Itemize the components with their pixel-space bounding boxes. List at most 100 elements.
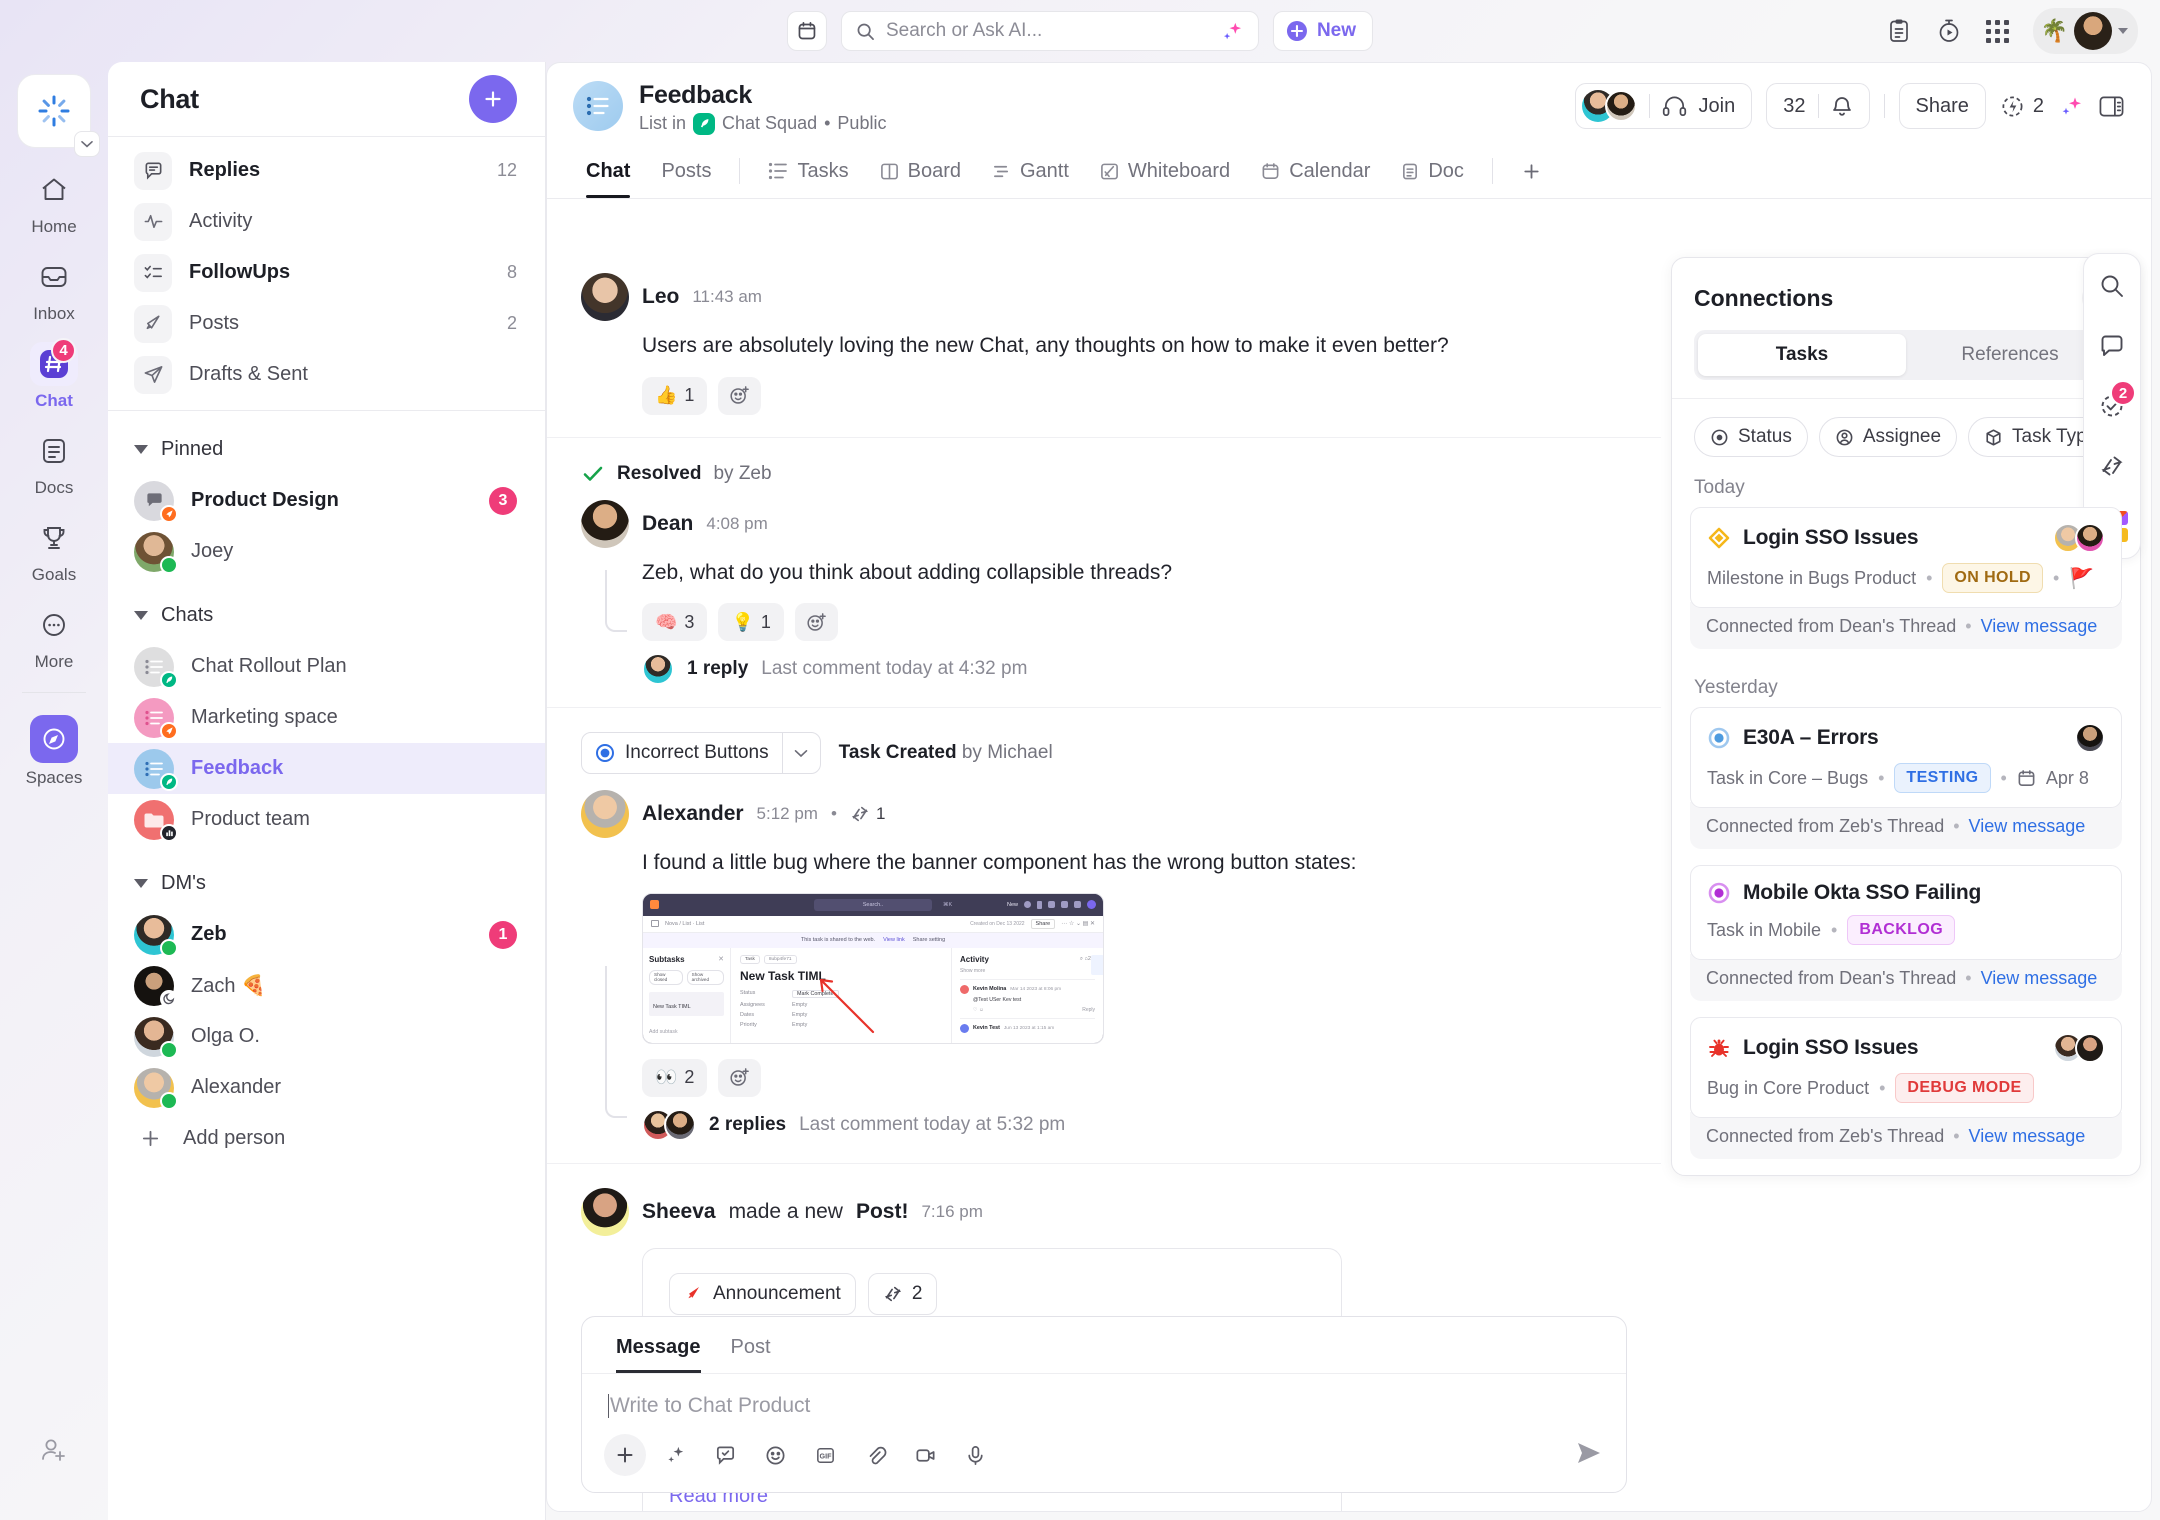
reaction[interactable]: 💡 1 bbox=[718, 603, 784, 641]
reaction[interactable]: 👀 2 bbox=[642, 1058, 708, 1097]
task-card[interactable]: Login SSO Issues Bug in Core Product • D… bbox=[1690, 1017, 2122, 1159]
add-reaction-button[interactable] bbox=[718, 1058, 762, 1097]
sidebar-item-inbox[interactable]: Inbox bbox=[6, 243, 102, 330]
tab-chat[interactable]: Chat bbox=[573, 151, 643, 198]
join-button[interactable]: Join bbox=[1574, 83, 1753, 129]
list-icon bbox=[769, 163, 788, 180]
thread-replies[interactable]: 2 replies Last comment today at 5:32 pm bbox=[642, 1108, 1627, 1141]
list-item[interactable]: Alexander bbox=[108, 1062, 545, 1113]
check-circle-dashed-icon[interactable]: 2 bbox=[2092, 380, 2136, 424]
new-chat-button[interactable] bbox=[469, 75, 517, 123]
task-card[interactable]: E30A – Errors Task in Core – Bugs • TEST… bbox=[1690, 707, 2122, 849]
avatar bbox=[134, 531, 178, 574]
chevron-down-icon[interactable] bbox=[74, 131, 100, 157]
task-check-icon[interactable] bbox=[704, 1434, 746, 1476]
composer-tab-post[interactable]: Post bbox=[719, 1331, 783, 1373]
comment-icon[interactable] bbox=[2092, 328, 2132, 364]
nav-item-followups[interactable]: FollowUps 8 bbox=[108, 247, 545, 298]
list-item[interactable]: Product Design 3 bbox=[108, 475, 545, 526]
section-chats[interactable]: Chats bbox=[108, 589, 545, 641]
apps-grid-icon[interactable] bbox=[1985, 19, 2009, 43]
reaction[interactable]: 👍 1 bbox=[642, 376, 708, 415]
view-message-link[interactable]: View message bbox=[1981, 968, 2098, 989]
sidebar-item-goals[interactable]: Goals bbox=[6, 504, 102, 591]
gif-icon[interactable]: GIF bbox=[804, 1434, 846, 1476]
view-message-link[interactable]: View message bbox=[1981, 616, 2098, 637]
filter-assignee[interactable]: Assignee bbox=[1818, 417, 1958, 457]
list-item[interactable]: Olga O. bbox=[108, 1011, 545, 1062]
emoji-icon[interactable] bbox=[754, 1434, 796, 1476]
ai-sparkle-icon[interactable] bbox=[654, 1434, 696, 1476]
add-reaction-button[interactable] bbox=[794, 603, 838, 641]
task-chip[interactable]: Incorrect Buttons bbox=[581, 732, 821, 774]
connections-arrows-icon[interactable] bbox=[2092, 448, 2132, 484]
nav-item-replies[interactable]: Replies 12 bbox=[108, 145, 545, 196]
user-menu[interactable]: 🌴 bbox=[2032, 8, 2138, 54]
members-count-button[interactable]: 32 bbox=[1766, 83, 1870, 129]
thread-replies[interactable]: 1 reply Last comment today at 4:32 pm bbox=[642, 653, 1627, 685]
list-item[interactable]: Chat Rollout Plan bbox=[108, 641, 545, 692]
list-item[interactable]: Zeb 1 bbox=[108, 909, 545, 960]
new-button[interactable]: New bbox=[1272, 11, 1374, 51]
mic-icon[interactable] bbox=[954, 1434, 996, 1476]
send-button[interactable] bbox=[1574, 1438, 1604, 1473]
section-pinned[interactable]: Pinned bbox=[108, 423, 545, 475]
post-thread-badge[interactable]: 2 bbox=[867, 1272, 938, 1315]
composer-input[interactable]: Write to Chat Product bbox=[582, 1374, 1626, 1430]
sidebar-item-more[interactable]: More bbox=[6, 591, 102, 678]
add-person-button[interactable]: Add person bbox=[108, 1113, 545, 1164]
sidebar-item-home[interactable]: Home bbox=[6, 156, 102, 243]
message-attachment-screenshot[interactable]: Search.. ⌘K New Nova / List · List Creat… bbox=[642, 892, 1104, 1044]
tab-tasks[interactable]: Tasks bbox=[1698, 334, 1906, 376]
list-item[interactable]: Marketing space bbox=[108, 692, 545, 743]
view-message-link[interactable]: View message bbox=[1969, 1126, 2086, 1147]
clipboard-icon[interactable] bbox=[1886, 18, 1912, 44]
timer-icon[interactable] bbox=[1936, 18, 1962, 44]
list-item[interactable]: Product team bbox=[108, 794, 545, 845]
share-button[interactable]: Share bbox=[1898, 83, 1986, 129]
chevron-down-icon[interactable] bbox=[781, 733, 820, 773]
section-dms[interactable]: DM's bbox=[108, 857, 545, 909]
sidebar-item-chat[interactable]: 4 Chat bbox=[6, 330, 102, 417]
tab-tasks[interactable]: Tasks bbox=[755, 151, 861, 198]
workspace-logo[interactable] bbox=[17, 74, 100, 157]
task-card[interactable]: Mobile Okta SSO Failing Task in Mobile •… bbox=[1690, 865, 2122, 1001]
add-reaction-button[interactable] bbox=[718, 376, 762, 415]
tab-whiteboard[interactable]: Whiteboard bbox=[1087, 151, 1243, 198]
sidebar-item-docs[interactable]: Docs bbox=[6, 417, 102, 504]
tab-posts[interactable]: Posts bbox=[648, 151, 724, 198]
tab-doc[interactable]: Doc bbox=[1388, 151, 1477, 198]
attach-icon[interactable] bbox=[854, 1434, 896, 1476]
task-title: E30A – Errors bbox=[1743, 726, 1879, 749]
filter-status[interactable]: Status bbox=[1694, 417, 1808, 457]
composer-tab-message[interactable]: Message bbox=[604, 1331, 713, 1373]
toggle-panel-icon[interactable] bbox=[2098, 94, 2125, 119]
nav-item-drafts-sent[interactable]: Drafts & Sent bbox=[108, 349, 545, 400]
tab-calendar[interactable]: Calendar bbox=[1248, 151, 1383, 198]
nav-item-posts[interactable]: Posts 2 bbox=[108, 298, 545, 349]
plus-icon[interactable] bbox=[604, 1434, 646, 1476]
automations-button[interactable]: 2 bbox=[2000, 94, 2044, 119]
list-item-feedback[interactable]: Feedback bbox=[108, 743, 545, 794]
nav-item-activity[interactable]: Activity bbox=[108, 196, 545, 247]
ai-sparkle-icon[interactable] bbox=[2058, 93, 2084, 119]
tab-gantt[interactable]: Gantt bbox=[979, 151, 1082, 198]
video-icon[interactable] bbox=[904, 1434, 946, 1476]
list-item[interactable]: Joey bbox=[108, 526, 545, 577]
message-time: 5:12 pm bbox=[756, 804, 818, 823]
view-message-link[interactable]: View message bbox=[1969, 816, 2086, 837]
search-icon[interactable] bbox=[2092, 268, 2132, 304]
tab-board[interactable]: Board bbox=[867, 151, 974, 198]
task-card[interactable]: Login SSO Issues Milestone in Bugs Produ… bbox=[1690, 507, 2122, 649]
thread-indicator[interactable]: 1 bbox=[850, 804, 885, 824]
ai-sparkle-icon[interactable] bbox=[1219, 19, 1244, 44]
bell-icon[interactable] bbox=[1831, 94, 1853, 118]
add-person-icon[interactable] bbox=[39, 1435, 69, 1465]
sidebar-item-spaces[interactable]: Spaces bbox=[6, 703, 102, 794]
calendar-icon[interactable] bbox=[786, 11, 827, 51]
reaction[interactable]: 🧠 3 bbox=[642, 603, 708, 641]
list-item[interactable]: Zach 🍕 bbox=[108, 960, 545, 1011]
search-input[interactable]: Search or Ask AI... bbox=[840, 11, 1259, 51]
divider bbox=[108, 410, 545, 411]
add-view-button[interactable] bbox=[1508, 152, 1555, 197]
